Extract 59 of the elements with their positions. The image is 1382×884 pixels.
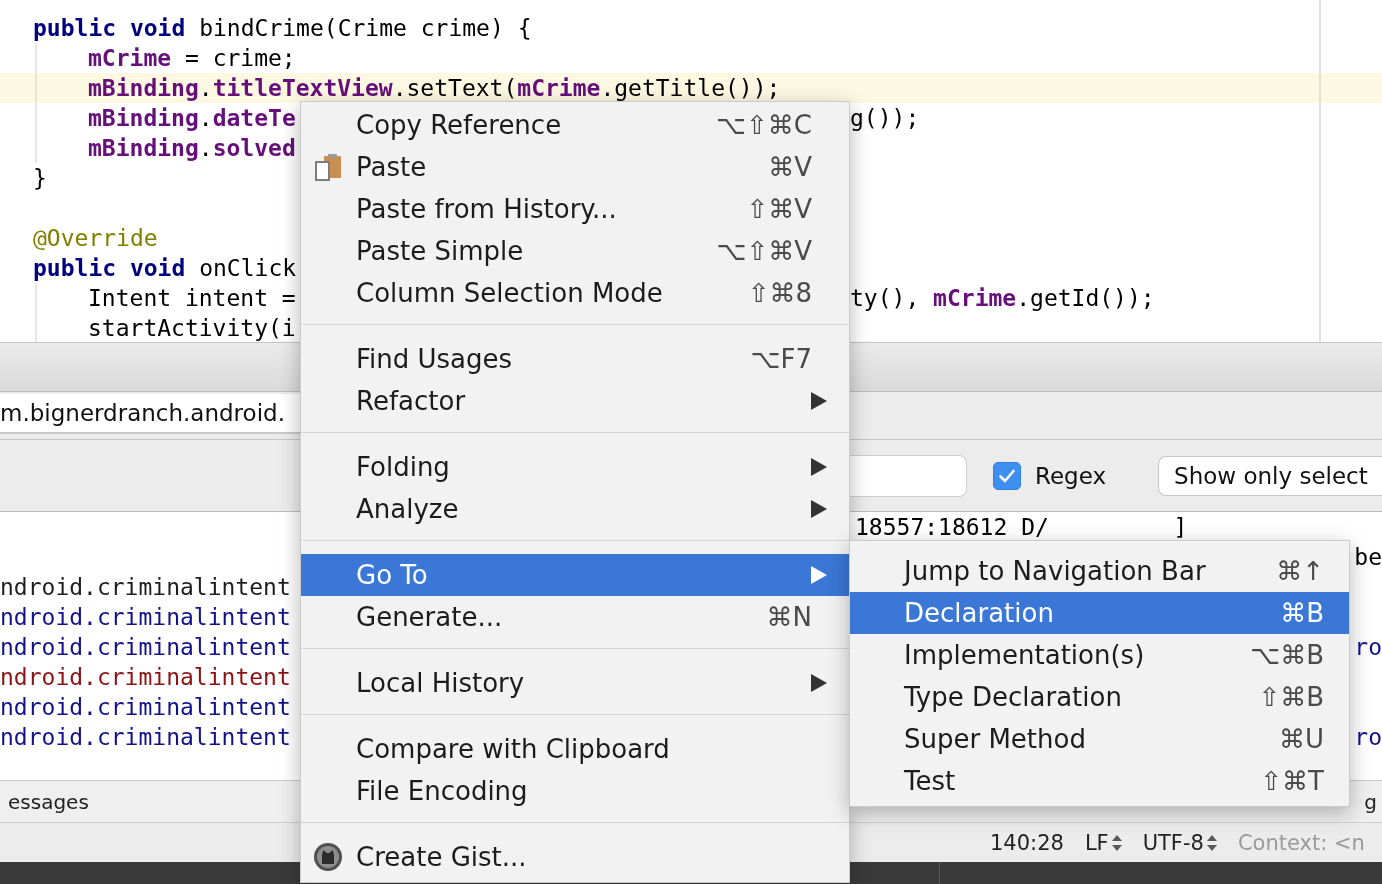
menu-item[interactable]: Find Usages ⌥F7 — [301, 338, 849, 380]
clipboard-icon — [314, 153, 342, 181]
context-label: Context: <n — [1237, 830, 1365, 855]
log-line: ndroid.criminalintent — [0, 633, 291, 662]
log-line: ndroid.criminalintent — [0, 573, 291, 602]
code-line: mBinding.titleTextView.setText(mCrime.getTitle()); — [88, 75, 781, 101]
menu-item[interactable]: Local History — [301, 662, 849, 704]
code-line: mBinding.dateTe — [88, 105, 296, 131]
log-line: ro — [1354, 633, 1382, 662]
menu-item[interactable]: Analyze — [301, 488, 849, 530]
checkbox-label: Regex — [1035, 462, 1107, 489]
menu-item[interactable]: Paste from History... ⇧⌘V — [301, 188, 849, 230]
filter-dropdown[interactable]: Show only select — [1158, 455, 1382, 496]
submenu-item[interactable]: Implementation(s) ⌥⌘B — [850, 634, 1349, 676]
menu-item[interactable]: Go To — [301, 554, 849, 596]
code-line: ty(), mCrime.getId()); — [850, 285, 1155, 311]
log-line: ro — [1354, 723, 1382, 752]
updown-arrows-icon — [1206, 833, 1217, 852]
menu-item[interactable]: File Encoding — [301, 770, 849, 812]
menu-item[interactable]: Paste ⌘V — [301, 146, 849, 188]
code-line: } — [33, 165, 47, 191]
menu-item[interactable]: Refactor — [301, 380, 849, 422]
code-line: g()); — [850, 105, 920, 131]
cat-logo-icon — [314, 843, 342, 871]
tool-window-button[interactable]: g — [1364, 789, 1377, 814]
code-line: mBinding.solved — [88, 135, 296, 161]
log-line: ndroid.criminalintent — [0, 603, 291, 632]
process-dropdown[interactable]: m.bignerdranch.android. — [0, 394, 300, 434]
menu-item[interactable]: Generate... ⌘N — [301, 596, 849, 638]
regex-checkbox[interactable] — [993, 461, 1021, 490]
log-line: ndroid.criminalintent — [0, 663, 291, 692]
code-line: Intent intent = — [88, 285, 296, 311]
submenu-item[interactable]: Type Declaration ⇧⌘B — [850, 676, 1349, 718]
search-field[interactable] — [850, 454, 967, 497]
menu-item[interactable]: Compare with Clipboard — [301, 728, 849, 770]
menu-item[interactable]: Copy Reference ⌥⇧⌘C — [301, 104, 849, 146]
encoding-selector[interactable]: UTF-8 — [1142, 830, 1217, 855]
line-separator-selector[interactable]: LF — [1084, 830, 1122, 855]
checkmark-icon — [999, 468, 1015, 483]
submenu-item[interactable]: Test ⇧⌘T — [850, 760, 1349, 802]
code-line: mCrime = crime; — [88, 45, 296, 71]
menu-item[interactable]: Create Gist... — [301, 836, 849, 878]
code-line: public void bindCrime(Crime crime) { — [33, 15, 532, 41]
updown-arrows-icon — [1111, 833, 1122, 852]
submenu-item[interactable]: Jump to Navigation Bar ⌘↑ — [850, 550, 1349, 592]
menu-item[interactable]: Folding — [301, 446, 849, 488]
log-line: be — [1354, 543, 1382, 572]
submenu-item[interactable]: Super Method ⌘U — [850, 718, 1349, 760]
log-line: ndroid.criminalintent — [0, 723, 291, 752]
caret-position[interactable]: 140:28 — [990, 830, 1064, 855]
log-line: 18557:18612 D/ ] — [855, 513, 1188, 542]
code-line: startActivity(i — [88, 315, 296, 341]
log-line: ndroid.criminalintent — [0, 693, 291, 722]
code-line: @Override — [33, 225, 158, 251]
menu-item[interactable]: Column Selection Mode ⇧⌘8 — [301, 272, 849, 314]
submenu-item[interactable]: Declaration ⌘B — [850, 592, 1349, 634]
menu-item[interactable]: Paste Simple ⌥⇧⌘V — [301, 230, 849, 272]
tool-window-button[interactable]: essages — [8, 789, 89, 814]
code-line: public void onClick — [33, 255, 297, 281]
